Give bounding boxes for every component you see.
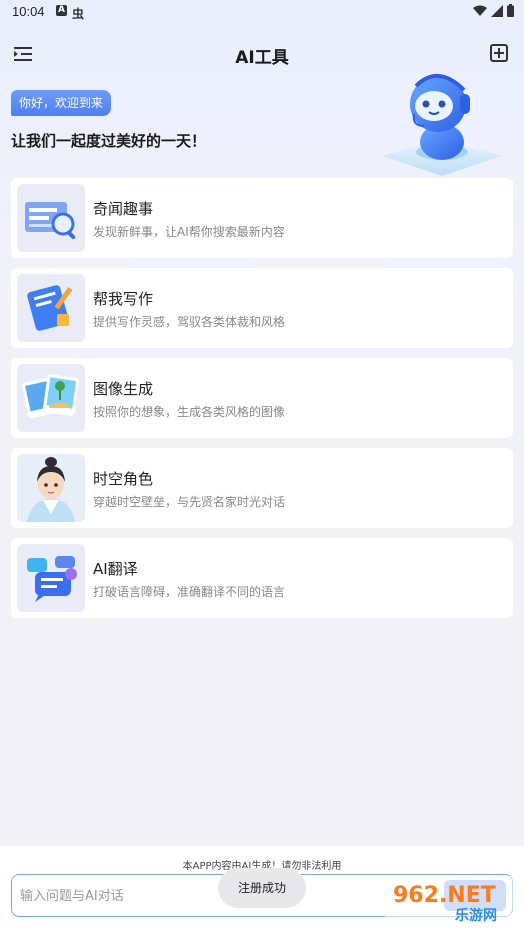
image-photos-icon [17,364,85,432]
card-title: 帮我写作 [93,290,154,308]
status-icons [473,4,514,17]
status-bar: 10:04 A 虫 [0,0,524,24]
chat-bubbles-icon [17,544,85,612]
tool-card-image[interactable]: 图像生成 按照你的想象，生成各类风格的图像 [11,358,513,438]
ancient-character-avatar [17,454,85,522]
toast-message: 注册成功 [218,868,306,908]
bug-icon: 虫 [72,7,85,21]
robot-mascot-icon [382,74,502,176]
news-search-icon [17,184,85,252]
tool-list: 奇闻趣事 发现新鲜事，让AI帮你搜索最新内容 帮我写作 提供写作灵感，驾驭各类体… [11,178,513,628]
card-description: 打破语言障碍，准确翻译不同的语言 [93,585,286,599]
greeting-badge: 你好，欢迎到来 [11,90,112,116]
tagline: 让我们一起度过美好的一天！ [11,132,207,150]
card-description: 穿越时空壁垒，与先贤名家时光对话 [93,495,286,509]
tool-card-writing[interactable]: 帮我写作 提供写作灵感，驾驭各类体裁和风格 [11,268,513,348]
notification-a-icon: A [56,5,67,16]
status-time: 10:04 [12,4,45,19]
chat-input[interactable] [20,883,380,909]
card-description: 按照你的想象，生成各类风格的图像 [93,405,286,419]
tool-card-character[interactable]: 时空角色 穿越时空壁垒，与先贤名家时光对话 [11,448,513,528]
card-title: 图像生成 [93,380,154,398]
card-title: 奇闻趣事 [93,200,154,218]
plus-square-icon[interactable] [490,44,508,62]
watermark-top: 962.NET [393,883,496,908]
wifi-icon [473,5,487,16]
tool-card-news[interactable]: 奇闻趣事 发现新鲜事，让AI帮你搜索最新内容 [11,178,513,258]
card-description: 提供写作灵感，驾驭各类体裁和风格 [93,315,286,329]
tool-card-translate[interactable]: AI翻译 打破语言障碍，准确翻译不同的语言 [11,538,513,618]
card-title: 时空角色 [93,470,154,488]
writing-book-icon [17,274,85,342]
watermark-bottom: 乐游网 [455,907,497,924]
card-description: 发现新鲜事，让AI帮你搜索最新内容 [93,225,285,239]
card-title: AI翻译 [93,560,138,578]
battery-icon [507,4,514,17]
signal-icon [491,4,503,17]
watermark-logo: 962.NET 乐游网 [385,876,515,924]
